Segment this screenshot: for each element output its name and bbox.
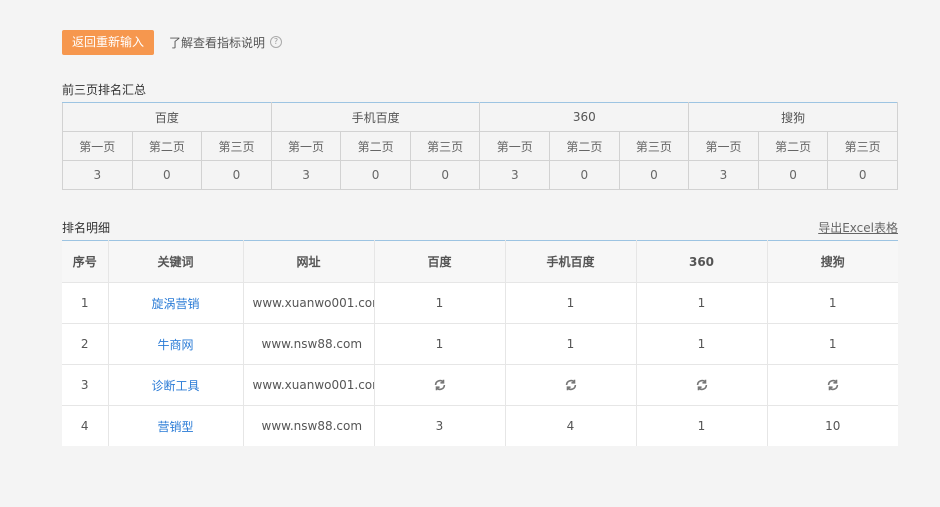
summary-page-header: 第三页 xyxy=(618,131,690,161)
row-url: www.xuanwo001.com xyxy=(243,282,375,324)
summary-page-header: 第三页 xyxy=(409,131,481,161)
summary-page-header: 第二页 xyxy=(757,131,829,161)
summary-page-header: 第二页 xyxy=(131,131,203,161)
summary-page-header: 第二页 xyxy=(340,131,411,161)
summary-page-header: 第二页 xyxy=(549,131,620,161)
help-link[interactable]: 了解查看指标说明 ? xyxy=(169,34,283,51)
table-row: 1 旋涡营销 www.xuanwo001.com 1 1 1 1 xyxy=(62,282,898,324)
rank-360: 1 xyxy=(636,405,768,446)
refresh-icon[interactable] xyxy=(695,378,709,392)
keyword-link[interactable]: 营销型 xyxy=(108,405,244,446)
summary-value: 0 xyxy=(131,160,203,190)
refresh-icon[interactable] xyxy=(826,378,840,392)
refresh-icon[interactable] xyxy=(564,378,578,392)
rank-baidu-refresh[interactable] xyxy=(374,364,506,406)
summary-value: 0 xyxy=(549,160,620,190)
col-header-sogou: 搜狗 xyxy=(767,240,898,283)
top-toolbar: 返回重新输入 了解查看指标说明 ? xyxy=(62,29,283,55)
rank-baidu: 1 xyxy=(374,282,506,324)
summary-value: 0 xyxy=(409,160,481,190)
row-url: www.nsw88.com xyxy=(243,323,375,365)
summary-page-header: 第一页 xyxy=(479,131,551,161)
rank-360-refresh[interactable] xyxy=(636,364,768,406)
row-url: www.xuanwo001.com xyxy=(243,364,375,406)
row-index: 3 xyxy=(62,364,109,406)
summary-value: 3 xyxy=(62,160,133,190)
row-index: 2 xyxy=(62,323,109,365)
col-header-keyword: 关键词 xyxy=(108,240,244,283)
table-row: 4 营销型 www.nsw88.com 3 4 1 10 xyxy=(62,405,898,446)
row-index: 4 xyxy=(62,405,109,446)
summary-table: 百度 手机百度 360 搜狗 第一页 第二页 第三页 第一页 第二页 第三页 第… xyxy=(62,102,898,190)
question-icon[interactable]: ? xyxy=(270,36,283,48)
col-header-url: 网址 xyxy=(243,240,375,283)
summary-value: 0 xyxy=(827,160,898,190)
col-header-baidu: 百度 xyxy=(374,240,506,283)
summary-group-header: 360 xyxy=(479,102,690,132)
rank-mobile-baidu: 1 xyxy=(505,323,637,365)
rank-sogou: 1 xyxy=(767,323,898,365)
rank-sogou: 1 xyxy=(767,282,898,324)
rank-360: 1 xyxy=(636,282,768,324)
summary-page-header: 第三页 xyxy=(827,131,898,161)
summary-group-header: 百度 xyxy=(62,102,272,132)
summary-value: 3 xyxy=(688,160,759,190)
rank-mobile-baidu: 1 xyxy=(505,282,637,324)
summary-group-header: 手机百度 xyxy=(270,102,481,132)
summary-value: 3 xyxy=(479,160,551,190)
rank-mobile-baidu: 4 xyxy=(505,405,637,446)
summary-group-header: 搜狗 xyxy=(688,102,898,132)
summary-page-header: 第一页 xyxy=(270,131,342,161)
summary-value: 0 xyxy=(757,160,829,190)
help-link-label: 了解查看指标说明 xyxy=(169,35,266,50)
detail-title: 排名明细 xyxy=(62,221,111,235)
summary-page-header: 第三页 xyxy=(201,131,272,161)
rank-mobile-baidu-refresh[interactable] xyxy=(505,364,637,406)
rank-baidu: 3 xyxy=(374,405,506,446)
keyword-link[interactable]: 牛商网 xyxy=(108,323,244,365)
rank-sogou: 10 xyxy=(767,405,898,446)
detail-table: 序号 关键词 网址 百度 手机百度 360 搜狗 1 旋涡营销 www.xuan… xyxy=(62,240,898,446)
keyword-link[interactable]: 旋涡营销 xyxy=(108,282,244,324)
summary-value: 3 xyxy=(270,160,342,190)
row-index: 1 xyxy=(62,282,109,324)
row-url: www.nsw88.com xyxy=(243,405,375,446)
col-header-index: 序号 xyxy=(62,240,109,283)
summary-value: 0 xyxy=(201,160,272,190)
col-header-360: 360 xyxy=(636,240,768,283)
col-header-mobile-baidu: 手机百度 xyxy=(505,240,637,283)
refresh-icon[interactable] xyxy=(433,378,447,392)
back-reinput-button[interactable]: 返回重新输入 xyxy=(62,29,155,55)
table-row: 3 诊断工具 www.xuanwo001.com xyxy=(62,364,898,406)
summary-page-header: 第一页 xyxy=(688,131,759,161)
summary-title: 前三页排名汇总 xyxy=(62,83,147,97)
rank-360: 1 xyxy=(636,323,768,365)
table-row: 2 牛商网 www.nsw88.com 1 1 1 1 xyxy=(62,323,898,365)
export-excel-link[interactable]: 导出Excel表格 xyxy=(818,219,898,236)
rank-baidu: 1 xyxy=(374,323,506,365)
rank-sogou-refresh[interactable] xyxy=(767,364,898,406)
summary-page-header: 第一页 xyxy=(62,131,133,161)
keyword-link[interactable]: 诊断工具 xyxy=(108,364,244,406)
summary-value: 0 xyxy=(618,160,690,190)
summary-value: 0 xyxy=(340,160,411,190)
